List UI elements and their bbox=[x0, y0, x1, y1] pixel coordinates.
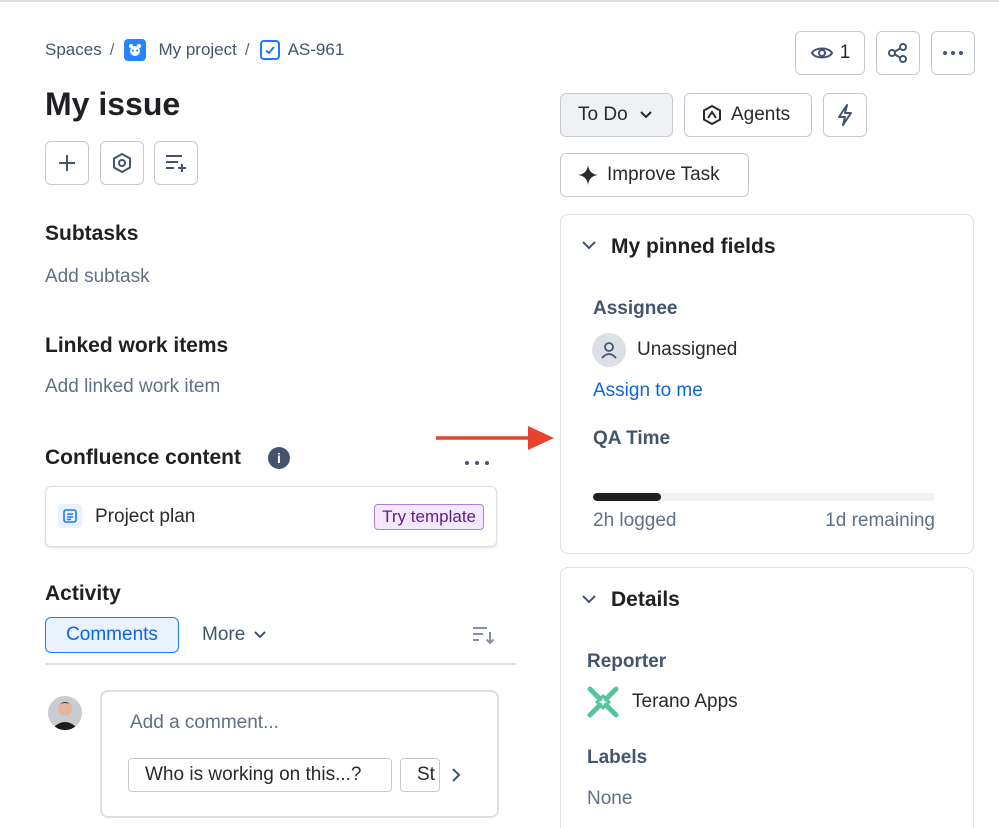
more-horizontal-icon bbox=[943, 51, 963, 55]
improve-task-label: Improve Task bbox=[607, 164, 720, 185]
more-actions-button[interactable] bbox=[931, 31, 975, 75]
labels-label: Labels bbox=[587, 747, 648, 768]
linked-items-heading: Linked work items bbox=[45, 334, 229, 357]
improve-task-button[interactable]: Improve Task bbox=[560, 153, 749, 197]
tab-more-label: More bbox=[202, 624, 246, 645]
add-button[interactable] bbox=[45, 141, 89, 185]
comment-placeholder[interactable]: Add a comment... bbox=[130, 712, 279, 734]
breadcrumb-separator: / bbox=[244, 40, 250, 59]
sort-icon bbox=[473, 627, 495, 645]
breadcrumb: Spaces / My project / AS-961 bbox=[45, 38, 344, 62]
avatar[interactable] bbox=[48, 696, 82, 730]
time-tracking-bar[interactable] bbox=[593, 493, 935, 501]
breadcrumb-project[interactable]: My project bbox=[158, 40, 236, 60]
task-checkbox-icon bbox=[259, 40, 280, 60]
sparkle-icon bbox=[578, 165, 598, 185]
terano-logo-icon bbox=[587, 686, 619, 723]
assignee-value[interactable]: Unassigned bbox=[637, 339, 737, 361]
add-to-list-button[interactable] bbox=[154, 141, 198, 185]
list-add-icon bbox=[166, 155, 186, 172]
hexagon-icon bbox=[113, 152, 131, 174]
add-linked-item-link[interactable]: Add linked work item bbox=[45, 376, 220, 398]
automation-button[interactable] bbox=[823, 93, 867, 137]
watchers-count: 1 bbox=[839, 42, 851, 63]
tab-more[interactable]: More bbox=[202, 624, 267, 646]
qa-time-label: QA Time bbox=[593, 428, 671, 449]
chevron-down-icon bbox=[254, 631, 267, 639]
collapse-details-button[interactable] bbox=[581, 592, 597, 610]
reporter-value[interactable]: Terano Apps bbox=[632, 691, 738, 713]
add-subtask-link[interactable]: Add subtask bbox=[45, 266, 150, 288]
breadcrumb-spaces[interactable]: Spaces bbox=[45, 40, 102, 60]
project-icon bbox=[124, 39, 147, 61]
pinned-fields-heading[interactable]: My pinned fields bbox=[611, 235, 776, 259]
try-template-badge[interactable]: Try template bbox=[374, 504, 484, 530]
eye-icon bbox=[810, 47, 833, 59]
activity-heading: Activity bbox=[45, 582, 121, 605]
details-heading[interactable]: Details bbox=[611, 588, 680, 612]
time-remaining: 1d remaining bbox=[825, 510, 935, 531]
assignee-label: Assignee bbox=[593, 298, 678, 319]
chevron-down-icon bbox=[582, 241, 596, 250]
info-icon[interactable]: i bbox=[268, 447, 290, 469]
breadcrumb-separator: / bbox=[109, 40, 115, 59]
top-border bbox=[0, 0, 999, 2]
next-suggestions-button[interactable] bbox=[450, 767, 462, 788]
suggestion-chip[interactable]: St bbox=[400, 758, 440, 792]
labels-value[interactable]: None bbox=[587, 788, 632, 810]
activity-divider bbox=[45, 663, 516, 665]
plus-icon bbox=[59, 155, 75, 171]
chevron-right-icon bbox=[452, 768, 461, 782]
subtasks-heading: Subtasks bbox=[45, 222, 139, 245]
time-logged: 2h logged bbox=[593, 510, 677, 531]
hexagon-icon bbox=[703, 104, 721, 126]
reporter-label: Reporter bbox=[587, 651, 667, 672]
comment-editor[interactable]: Add a comment... Who is working on this.… bbox=[100, 690, 499, 818]
agents-label: Agents bbox=[731, 104, 791, 125]
chevron-down-icon bbox=[582, 595, 596, 604]
unassigned-avatar-icon bbox=[592, 333, 626, 367]
annotation-arrow-icon bbox=[436, 426, 554, 450]
watch-button[interactable]: 1 bbox=[795, 31, 865, 75]
confluence-page-card[interactable]: Project plan Try template bbox=[45, 486, 497, 547]
assign-to-me-link[interactable]: Assign to me bbox=[593, 380, 703, 402]
share-button[interactable] bbox=[876, 31, 920, 75]
status-button[interactable]: To Do bbox=[560, 93, 673, 137]
page-title[interactable]: My issue bbox=[45, 86, 180, 123]
status-label: To Do bbox=[578, 104, 628, 125]
time-tracking-fill bbox=[593, 493, 662, 501]
share-icon bbox=[888, 43, 907, 63]
chevron-down-icon bbox=[639, 111, 652, 119]
confluence-more-button[interactable] bbox=[464, 454, 490, 472]
sort-button[interactable] bbox=[471, 624, 495, 651]
tab-comments[interactable]: Comments bbox=[45, 617, 179, 653]
apps-button[interactable] bbox=[100, 141, 144, 185]
lightning-icon bbox=[838, 104, 852, 126]
page-icon bbox=[58, 504, 82, 528]
breadcrumb-issue-key[interactable]: AS-961 bbox=[288, 40, 345, 60]
confluence-heading: Confluence content bbox=[45, 446, 242, 469]
more-horizontal-icon bbox=[465, 461, 489, 465]
confluence-page-title: Project plan bbox=[95, 506, 196, 527]
agents-button[interactable]: Agents bbox=[684, 93, 812, 137]
collapse-pinned-button[interactable] bbox=[581, 238, 597, 256]
suggestion-chip[interactable]: Who is working on this...? bbox=[128, 758, 392, 792]
